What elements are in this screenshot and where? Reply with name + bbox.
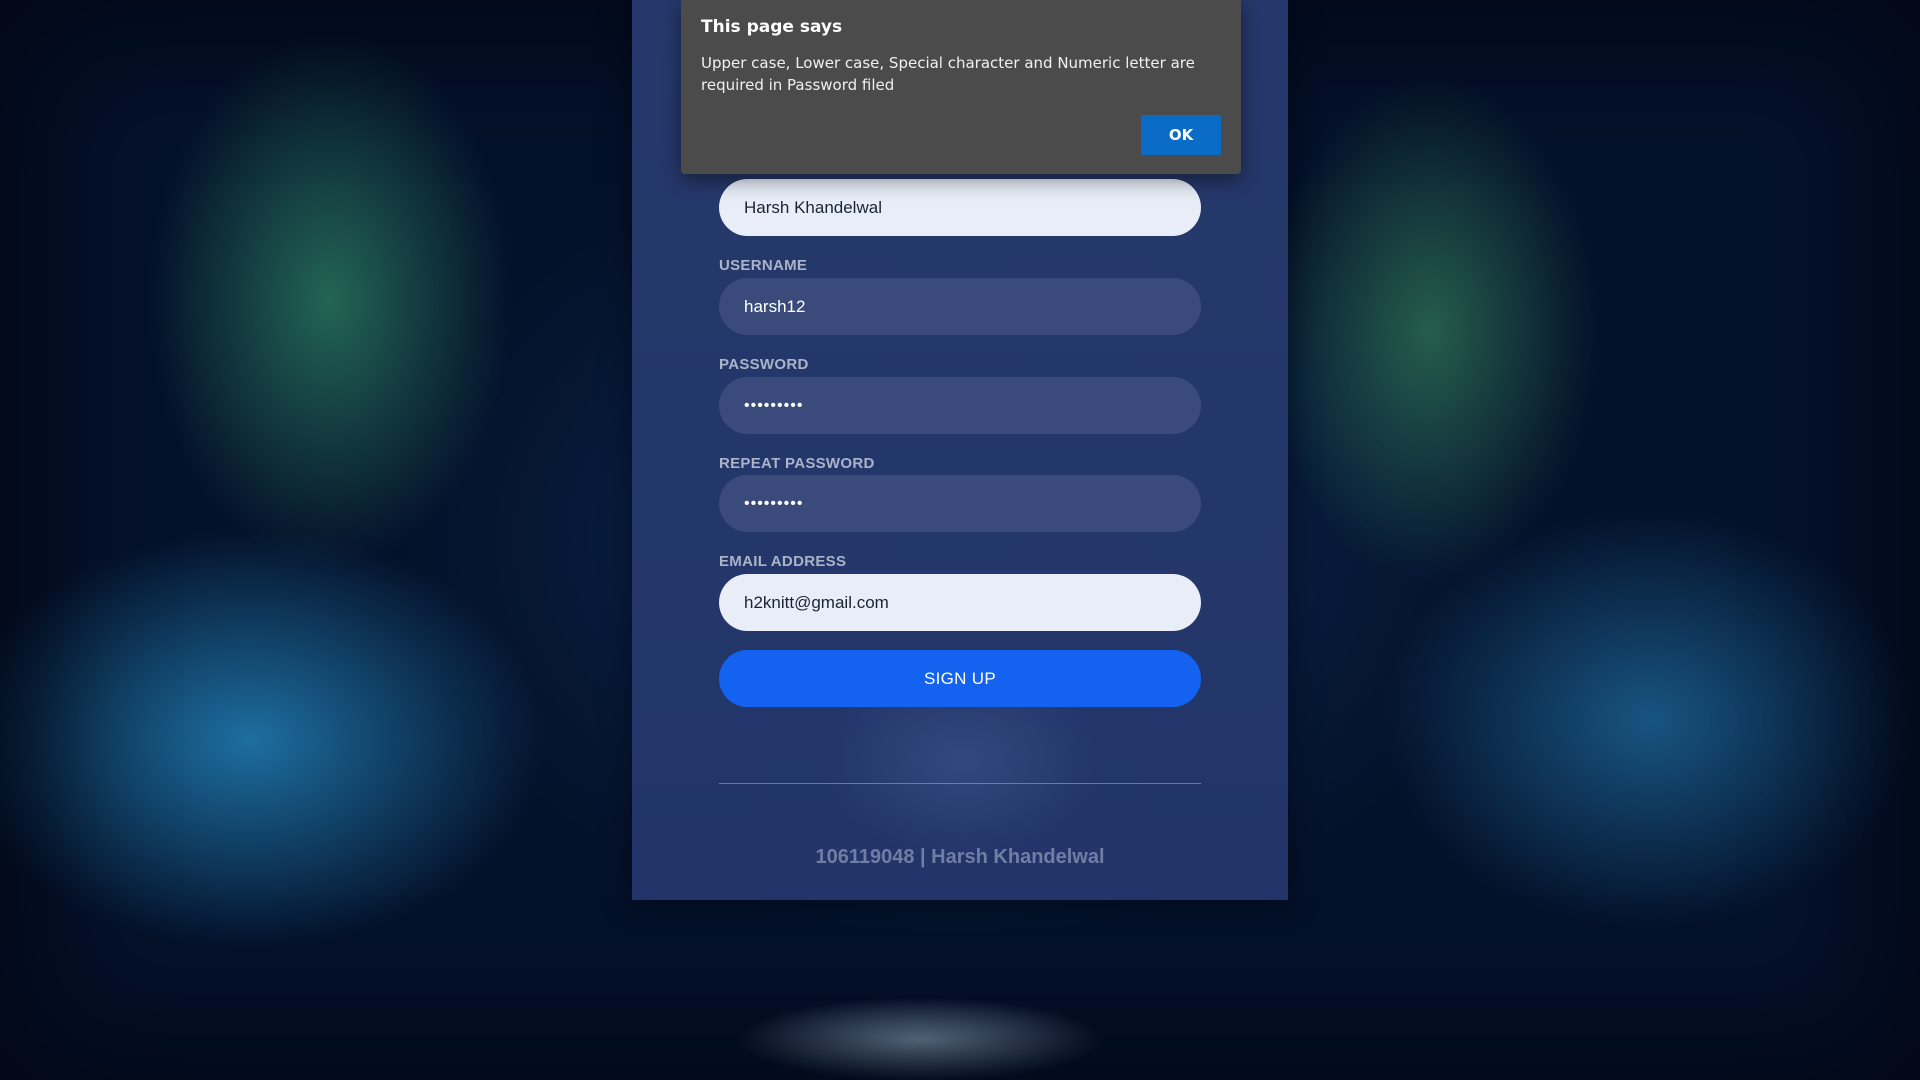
email-value: h2knitt@gmail.com (744, 592, 889, 612)
password-input[interactable]: ••••••••• (719, 377, 1201, 434)
footer-text: 106119048 | Harsh Khandelwal (815, 846, 1105, 868)
ok-button[interactable]: OK (1141, 115, 1221, 155)
password-label: PASSWORD (719, 356, 809, 373)
username-input[interactable]: harsh12 (719, 278, 1201, 335)
divider (719, 783, 1201, 784)
fullname-value: Harsh Khandelwal (744, 197, 882, 217)
dialog-message: Upper case, Lower case, Special characte… (701, 54, 1195, 94)
username-value: harsh12 (744, 296, 806, 316)
repeat-password-value: ••••••••• (744, 494, 804, 512)
fullname-input[interactable]: Harsh Khandelwal (719, 179, 1201, 236)
email-input[interactable]: h2knitt@gmail.com (719, 574, 1201, 631)
password-value: ••••••••• (744, 396, 804, 414)
dialog-title: This page says (701, 17, 843, 37)
sign-up-button[interactable]: SIGN UP (719, 650, 1201, 707)
alert-dialog: This page says Upper case, Lower case, S… (681, 0, 1241, 174)
email-label: EMAIL ADDRESS (719, 553, 847, 570)
username-label: USERNAME (719, 257, 808, 274)
repeat-password-input[interactable]: ••••••••• (719, 475, 1201, 532)
repeat-password-label: REPEAT PASSWORD (719, 455, 875, 472)
